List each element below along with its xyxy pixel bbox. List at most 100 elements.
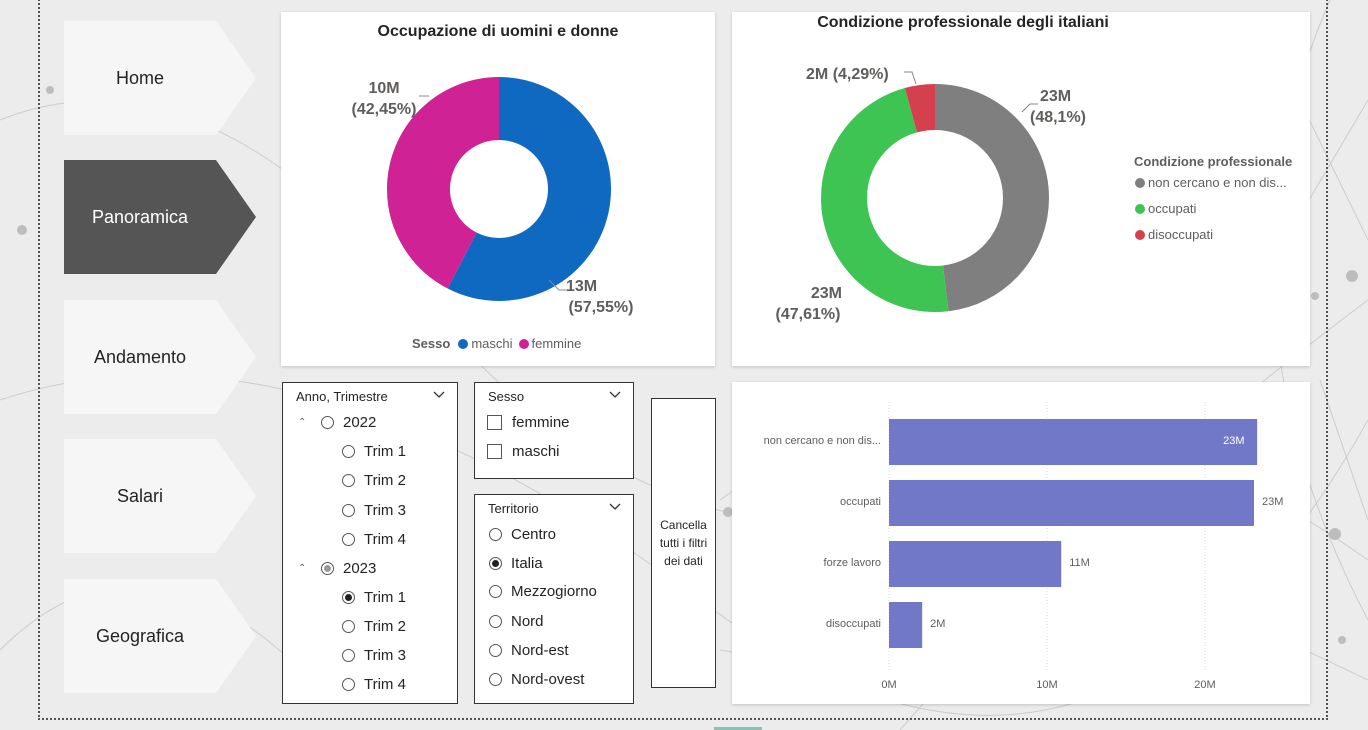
slicer-option-2023-trim3[interactable]: Trim 3	[342, 647, 406, 664]
option-label: Nord	[511, 613, 544, 630]
slicer-option-mezzogiorno[interactable]: Mezzogiorno	[489, 583, 597, 600]
slicer-option-femmine[interactable]: femmine	[487, 414, 570, 431]
checkbox[interactable]	[487, 444, 502, 459]
checkbox[interactable]	[487, 415, 502, 430]
slicer-territorio: Territorio Centro Italia Mezzogiorno Nor…	[474, 494, 634, 704]
legend: Sesso maschi femmine	[412, 336, 581, 351]
radio-selected[interactable]	[342, 591, 355, 604]
option-label: femmine	[512, 414, 570, 431]
chevron-down-icon[interactable]	[433, 391, 445, 399]
radio[interactable]	[342, 445, 355, 458]
gender-donut	[387, 77, 611, 301]
data-label-disoccupati: 2M (4,29%)	[806, 64, 906, 85]
legend-item-occupati[interactable]: occupati	[1135, 201, 1196, 216]
nav-item-home[interactable]: Home	[64, 21, 256, 135]
nav-item-salari[interactable]: Salari	[64, 439, 256, 553]
category-label: disoccupati	[825, 618, 881, 630]
collapse-caret-icon[interactable]: ⌃	[298, 417, 308, 428]
value: 23M	[1040, 88, 1072, 105]
slicer-year-2023[interactable]: ⌃ 2023	[298, 560, 376, 577]
slicer-title: Sesso	[488, 389, 525, 404]
slicer-option-nord-est[interactable]: Nord-est	[489, 642, 569, 659]
percent: (47,61%)	[775, 306, 841, 323]
condition-donut-panel: Condizione professionale degli italiani …	[732, 12, 1310, 366]
percent: (42,45%)	[351, 101, 417, 118]
slicer-option-nord-ovest[interactable]: Nord-ovest	[489, 671, 584, 688]
radio[interactable]	[489, 644, 502, 657]
chevron-down-icon[interactable]	[609, 391, 621, 399]
option-label: Centro	[511, 526, 557, 543]
legend-title: Condizione professionale	[1134, 154, 1293, 169]
nav-item-andamento[interactable]: Andamento	[64, 300, 256, 414]
nav-label: Salari	[116, 485, 164, 506]
option-label: 2022	[343, 414, 377, 431]
value: 2M	[806, 66, 829, 83]
slicer-option-italia[interactable]: Italia	[489, 555, 543, 572]
x-tick-label: 10M	[1036, 679, 1058, 691]
slicer-option-2022-trim3[interactable]: Trim 3	[342, 502, 406, 519]
category-label: forze lavoro	[823, 557, 881, 569]
option-label: maschi	[512, 443, 560, 460]
data-label-non-cercano: 23M (48,1%)	[1010, 86, 1106, 128]
data-label: 23M	[1261, 496, 1284, 508]
x-tick-label: 0M	[881, 679, 897, 691]
radio[interactable]	[342, 533, 355, 546]
condition-bar-panel: 0M 10M 20M non cercano e non dis... 23M occup…	[732, 382, 1310, 704]
radio[interactable]	[342, 474, 355, 487]
nav-item-panoramica[interactable]: Panoramica	[64, 160, 256, 274]
bar[interactable]	[889, 541, 1062, 587]
radio[interactable]	[321, 562, 334, 575]
collapse-caret-icon[interactable]: ⌃	[298, 563, 308, 574]
radio[interactable]	[489, 673, 502, 686]
radio[interactable]	[489, 528, 502, 541]
clear-all-filters-button[interactable]: Cancella tutti i filtri dei dati	[651, 398, 716, 688]
radio[interactable]	[342, 504, 355, 517]
slicer-option-2023-trim2[interactable]: Trim 2	[342, 618, 406, 635]
slicer-option-maschi[interactable]: maschi	[487, 443, 560, 460]
nav-item-geografica[interactable]: Geografica	[64, 579, 256, 693]
option-label: 2023	[343, 560, 377, 577]
percent: (4,29%)	[832, 66, 889, 83]
nav-label: Geografica	[95, 625, 185, 646]
radio[interactable]	[321, 416, 334, 429]
option-label: Nord-ovest	[511, 671, 585, 688]
option-label: Italia	[511, 555, 543, 572]
slicer-option-2023-trim1[interactable]: Trim 1	[342, 589, 406, 606]
radio[interactable]	[342, 620, 355, 633]
radio-selected[interactable]	[489, 557, 502, 570]
value: 23M	[810, 285, 842, 302]
gender-donut-panel: Occupazione di uomini e donne 10M (42,45…	[281, 12, 715, 366]
legend-label: occupati	[1148, 201, 1197, 216]
nav-label: Andamento	[93, 346, 187, 367]
bar[interactable]	[889, 419, 1258, 465]
radio[interactable]	[342, 649, 355, 662]
option-label: Trim 4	[364, 531, 406, 548]
chevron-down-icon[interactable]	[609, 503, 621, 511]
slicer-option-nord[interactable]: Nord	[489, 613, 544, 630]
data-label: 11M	[1069, 557, 1090, 569]
bar-chart	[888, 402, 1258, 672]
slicer-option-2022-trim1[interactable]: Trim 1	[342, 443, 406, 460]
radio[interactable]	[342, 678, 355, 691]
data-label: 2M	[930, 618, 946, 630]
legend-item-disoccupati[interactable]: disoccupati	[1135, 227, 1213, 242]
value: 13M	[566, 278, 598, 295]
legend-dot	[1135, 229, 1145, 240]
option-label: Trim 3	[364, 647, 406, 664]
radio[interactable]	[489, 585, 502, 598]
slicer-year-2022[interactable]: ⌃ 2022	[298, 414, 376, 431]
slicer-option-2022-trim4[interactable]: Trim 4	[342, 531, 406, 548]
slicer-option-2022-trim2[interactable]: Trim 2	[342, 472, 406, 489]
slicer-option-2023-trim4[interactable]: Trim 4	[342, 676, 406, 693]
option-label: Trim 1	[364, 443, 406, 460]
data-label-occupati: 23M (47,61%)	[766, 283, 850, 325]
legend-item-femmine[interactable]: femmine	[532, 336, 582, 351]
bar[interactable]	[889, 602, 923, 648]
legend-item-non-cercano[interactable]: non cercano e non dis...	[1135, 175, 1287, 190]
data-label: 23M	[1223, 435, 1245, 447]
radio[interactable]	[489, 615, 502, 628]
slicer-option-centro[interactable]: Centro	[489, 526, 556, 543]
legend-item-maschi[interactable]: maschi	[471, 336, 512, 351]
slicer-sesso: Sesso femmine maschi	[474, 382, 634, 479]
bar[interactable]	[889, 480, 1254, 526]
